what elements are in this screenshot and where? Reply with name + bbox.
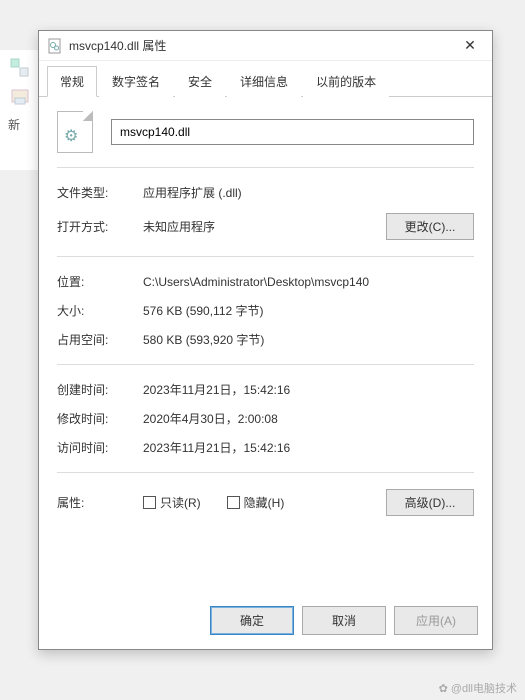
size-label: 大小: bbox=[57, 302, 143, 319]
ondisk-label: 占用空间: bbox=[57, 331, 143, 348]
checkbox-box bbox=[227, 496, 240, 509]
watermark-icon: ✿ bbox=[439, 682, 448, 695]
filename-input[interactable]: msvcp140.dll bbox=[111, 119, 474, 145]
advanced-button[interactable]: 高级(D)... bbox=[386, 489, 474, 516]
background-toolbar: 新 bbox=[0, 50, 40, 170]
hidden-checkbox[interactable]: 隐藏(H) bbox=[227, 494, 285, 511]
readonly-label: 只读(R) bbox=[160, 494, 201, 511]
created-value: 2023年11月21日，15:42:16 bbox=[143, 381, 474, 398]
tab-digital-signatures[interactable]: 数字签名 bbox=[99, 66, 173, 97]
location-label: 位置: bbox=[57, 273, 143, 290]
titlebar: msvcp140.dll 属性 ✕ bbox=[39, 31, 492, 61]
toolbar-icon bbox=[8, 56, 32, 80]
apply-button[interactable]: 应用(A) bbox=[394, 606, 478, 635]
size-value: 576 KB (590,112 字节) bbox=[143, 302, 474, 319]
checkbox-box bbox=[143, 496, 156, 509]
ondisk-value: 580 KB (593,920 字节) bbox=[143, 331, 474, 348]
openwith-label: 打开方式: bbox=[57, 218, 143, 235]
filetype-value: 应用程序扩展 (.dll) bbox=[143, 184, 474, 201]
separator bbox=[57, 364, 474, 365]
hidden-label: 隐藏(H) bbox=[244, 494, 285, 511]
tab-previous-versions[interactable]: 以前的版本 bbox=[303, 66, 389, 97]
tab-strip: 常规 数字签名 安全 详细信息 以前的版本 bbox=[39, 61, 492, 97]
change-button[interactable]: 更改(C)... bbox=[386, 213, 474, 240]
ok-button[interactable]: 确定 bbox=[210, 606, 294, 635]
watermark-text: @dll电脑技术 bbox=[451, 680, 517, 696]
gear-icon: ⚙ bbox=[64, 126, 78, 146]
toolbar-label: 新 bbox=[8, 116, 31, 133]
filetype-label: 文件类型: bbox=[57, 184, 143, 201]
toolbar-icon-2 bbox=[8, 86, 32, 110]
tab-details[interactable]: 详细信息 bbox=[227, 66, 301, 97]
tab-content: ⚙ msvcp140.dll 文件类型: 应用程序扩展 (.dll) 打开方式:… bbox=[39, 97, 492, 596]
accessed-label: 访问时间: bbox=[57, 439, 143, 456]
tab-general[interactable]: 常规 bbox=[47, 66, 97, 97]
separator bbox=[57, 472, 474, 473]
separator bbox=[57, 256, 474, 257]
modified-label: 修改时间: bbox=[57, 410, 143, 427]
accessed-value: 2023年11月21日，15:42:16 bbox=[143, 439, 474, 456]
dialog-footer: 确定 取消 应用(A) bbox=[39, 596, 492, 649]
openwith-value: 未知应用程序 bbox=[143, 218, 386, 235]
separator bbox=[57, 167, 474, 168]
window-title: msvcp140.dll 属性 bbox=[69, 37, 452, 54]
location-value: C:\Users\Administrator\Desktop\msvcp140 bbox=[143, 275, 474, 289]
close-button[interactable]: ✕ bbox=[452, 32, 488, 60]
watermark: ✿ @dll电脑技术 bbox=[439, 680, 517, 696]
created-label: 创建时间: bbox=[57, 381, 143, 398]
close-icon: ✕ bbox=[464, 37, 476, 54]
properties-dialog: msvcp140.dll 属性 ✕ 常规 数字签名 安全 详细信息 以前的版本 … bbox=[38, 30, 493, 650]
file-icon: ⚙ bbox=[57, 111, 93, 153]
cancel-button[interactable]: 取消 bbox=[302, 606, 386, 635]
attributes-label: 属性: bbox=[57, 494, 143, 511]
file-type-icon bbox=[47, 38, 63, 54]
tab-security[interactable]: 安全 bbox=[175, 66, 225, 97]
readonly-checkbox[interactable]: 只读(R) bbox=[143, 494, 201, 511]
modified-value: 2020年4月30日，2:00:08 bbox=[143, 410, 474, 427]
